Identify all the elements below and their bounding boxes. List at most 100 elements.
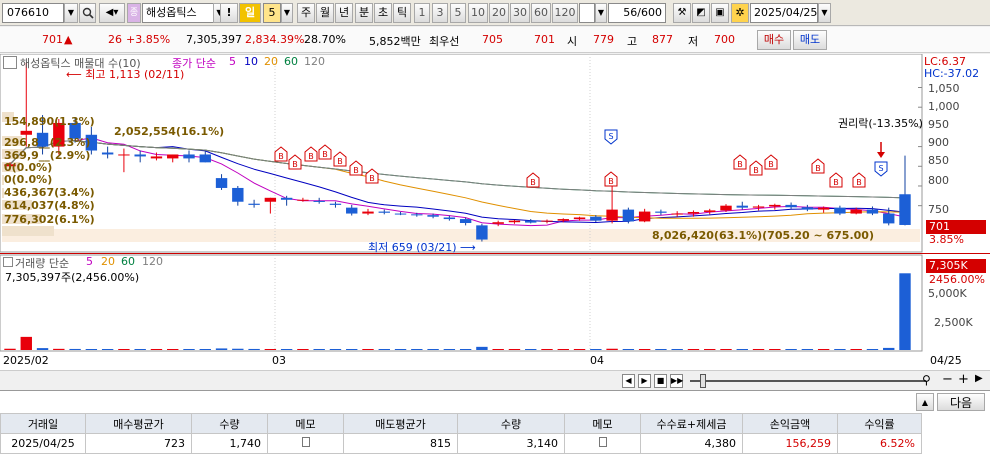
price-axis-label: 1,050 [928, 82, 960, 95]
cell-fee-tax: 4,380 [640, 433, 743, 454]
candle-body [476, 225, 488, 240]
table-row[interactable]: 2025/04/25 723 1,740 815 3,140 4,380 156… [0, 433, 922, 454]
candle-body [378, 211, 390, 213]
trade-history-table: 거래일 매수평균가 수량 메모 매도평균가 수량 메모 수수료+제세금 손익금액… [0, 413, 922, 454]
chart-type-icon[interactable]: ◩ [692, 3, 710, 23]
period-dropdown[interactable]: ▼ [281, 3, 293, 23]
minute-option-120[interactable]: 120 [552, 3, 578, 23]
minute-option-30[interactable]: 30 [510, 3, 530, 23]
volume-bar [167, 349, 179, 350]
scroll-right-button[interactable]: ▶ [638, 374, 651, 388]
col-sell-avg[interactable]: 매도평균가 [343, 413, 458, 434]
current-price: 701 [42, 33, 63, 46]
speaker-icon[interactable]: ◀▾ [99, 3, 125, 23]
col-buy-memo[interactable]: 메모 [267, 413, 344, 434]
scroll-end-icon[interactable]: ▶ [975, 373, 983, 384]
candle-body [264, 197, 277, 202]
legend-checkbox[interactable] [3, 56, 17, 69]
profile-max-label: 8,026,420(63.1%)(705.20 ~ 675.00) [652, 229, 874, 242]
search-icon[interactable] [79, 3, 96, 23]
stop-button[interactable]: ■ [654, 374, 667, 388]
candle-body [167, 154, 179, 159]
col-fee-tax[interactable]: 수수료+제세금 [640, 413, 743, 434]
date-field[interactable]: 2025/04/25 [750, 3, 818, 23]
tab-weekly[interactable]: 주 [297, 3, 315, 23]
minute-option-1[interactable]: 1 [414, 3, 430, 23]
minute-option-20[interactable]: 20 [489, 3, 509, 23]
volume-bar [736, 349, 748, 350]
col-sell-memo[interactable]: 메모 [564, 413, 641, 434]
candle-body [606, 209, 618, 221]
sell-button[interactable]: 매도 [793, 30, 827, 50]
tab-second[interactable]: 초 [374, 3, 392, 23]
candle-body [834, 207, 846, 214]
zoom-in-button[interactable]: + [958, 372, 969, 387]
tab-daily[interactable]: 일 [239, 3, 261, 23]
minute-option-3[interactable]: 3 [432, 3, 448, 23]
minute-option-10[interactable]: 10 [468, 3, 488, 23]
volume-bar [101, 349, 114, 350]
zoom-slider-track[interactable] [690, 380, 926, 382]
candle-body [687, 211, 700, 214]
magnifier-icon[interactable]: ⚲ [922, 373, 931, 387]
table-header-row: 거래일 매수평균가 수량 메모 매도평균가 수량 메모 수수료+제세금 손익금액… [0, 413, 922, 434]
settings-icon-1[interactable]: ⚒ [673, 3, 691, 23]
minute-custom-field[interactable] [579, 3, 595, 23]
stock-chart[interactable]: BBBBBBBBBBBBBBBSS 해성옵틱스 매물대 수(10) 종가 단순 … [0, 54, 990, 370]
col-buy-qty[interactable]: 수량 [191, 413, 268, 434]
ma-120-label: 120 [304, 55, 325, 68]
next-button[interactable]: 다음 [937, 393, 985, 411]
minute-custom-dropdown[interactable]: ▼ [595, 3, 607, 23]
volume-bar [834, 349, 846, 350]
candle-body [20, 130, 32, 135]
volume-legend-checkbox[interactable] [3, 257, 13, 267]
profile-label: 296,8__(2.3%) [4, 136, 91, 149]
tab-minute[interactable]: 분 [355, 3, 373, 23]
fast-forward-button[interactable]: ▶▶ [670, 374, 683, 388]
volume-bar [883, 347, 895, 350]
code-dropdown-button[interactable]: ▼ [64, 3, 78, 23]
candle-body [720, 205, 732, 211]
tab-yearly[interactable]: 년 [335, 3, 353, 23]
buy-button[interactable]: 매수 [757, 30, 791, 50]
minute-option-60[interactable]: 60 [531, 3, 551, 23]
alert-button[interactable]: ! [220, 3, 238, 23]
col-trade-date[interactable]: 거래일 [0, 413, 86, 434]
scroll-up-button[interactable]: ▲ [916, 393, 934, 411]
gear-icon[interactable]: ✲ [731, 3, 749, 23]
memo-icon[interactable] [564, 433, 641, 454]
chart-canvas[interactable]: BBB BBBB B BBBB BB BSS [0, 54, 990, 370]
memo-icon[interactable] [267, 433, 344, 454]
date-axis-label: 2025/02 [3, 354, 49, 367]
col-return[interactable]: 수익률 [837, 413, 922, 434]
save-icon[interactable]: ▣ [711, 3, 729, 23]
tab-monthly[interactable]: 월 [316, 3, 334, 23]
col-sell-qty[interactable]: 수량 [457, 413, 565, 434]
price-info-bar: 701 ▲ 26 +3.85% 7,305,397 2,834.39% 28.7… [0, 27, 990, 53]
minute-option-5[interactable]: 5 [450, 3, 466, 23]
volume-bar [541, 349, 553, 350]
s-marker-letter: S [878, 164, 883, 173]
col-profit[interactable]: 손익금액 [742, 413, 838, 434]
tab-tick[interactable]: 틱 [393, 3, 411, 23]
calendar-icon[interactable]: ▼ [818, 3, 831, 23]
volume-bar [85, 349, 98, 350]
b-marker-letter: B [815, 164, 821, 173]
volume-bar [459, 349, 472, 350]
zoom-out-button[interactable]: − [942, 372, 953, 387]
candle-body [183, 154, 195, 159]
bar-count-field[interactable]: 56/600 [608, 3, 666, 23]
b-marker-letter: B [353, 166, 359, 175]
period-number-field[interactable]: 5 [263, 3, 281, 23]
candle-body [883, 213, 895, 224]
volume-bar [378, 349, 390, 350]
stock-code-input[interactable]: 076610 [2, 3, 64, 23]
zoom-slider-handle[interactable] [700, 374, 706, 388]
volume-bar [508, 349, 521, 350]
candle-body [329, 203, 342, 205]
col-buy-avg[interactable]: 매수평균가 [85, 413, 192, 434]
scroll-left-button[interactable]: ◀ [622, 374, 635, 388]
candle-body [638, 211, 651, 222]
vol-ma-120-label: 120 [142, 255, 163, 268]
stock-name-field[interactable]: 해성옵틱스 [142, 3, 214, 23]
